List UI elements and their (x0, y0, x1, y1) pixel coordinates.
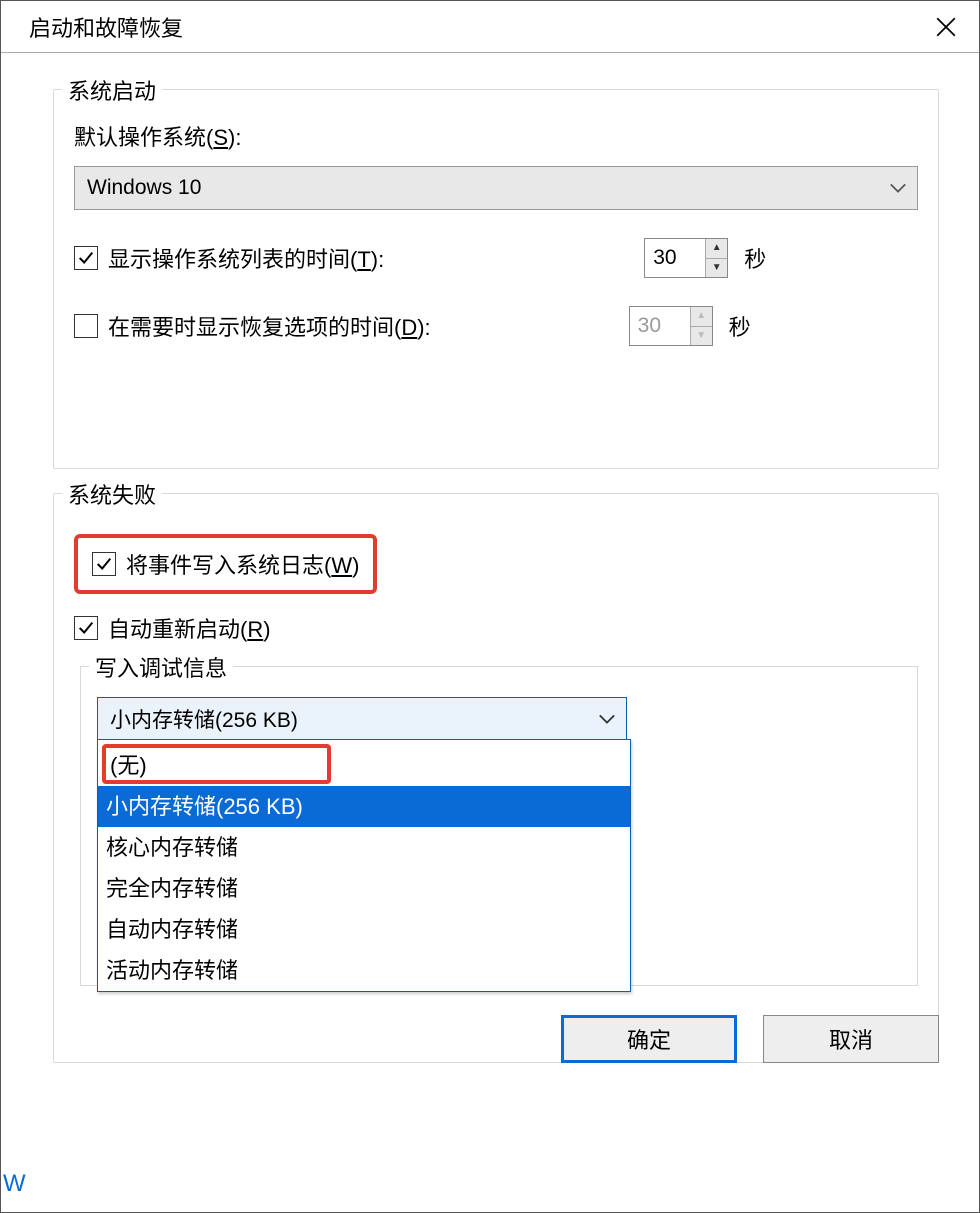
default-os-value: Windows 10 (87, 176, 201, 200)
show-os-list-value[interactable] (645, 239, 705, 277)
group-legend: 系统失败 (62, 478, 162, 510)
show-recovery-spinner: ▲ ▼ (629, 306, 713, 346)
auto-restart-checkbox[interactable] (74, 616, 98, 640)
show-recovery-value (630, 307, 690, 345)
spinner-up-icon[interactable]: ▲ (706, 239, 727, 259)
dialog-content: 系统启动 默认操作系统(S): Windows 10 显示操作系统列表的时间(T… (1, 53, 979, 1063)
dialog-title: 启动和故障恢复 (29, 11, 183, 43)
check-icon (95, 555, 113, 573)
chevron-down-icon (598, 713, 616, 725)
dump-type-combo[interactable]: 小内存转储(256 KB) (97, 697, 627, 741)
spinner-down-icon[interactable]: ▼ (706, 259, 727, 278)
write-log-highlight: 将事件写入系统日志(W) (74, 534, 377, 594)
show-os-list-checkbox[interactable] (74, 246, 98, 270)
show-recovery-checkbox[interactable] (74, 314, 98, 338)
dump-option-active[interactable]: 活动内存转储 (98, 950, 630, 991)
ok-button[interactable]: 确定 (561, 1015, 737, 1063)
system-startup-group: 系统启动 默认操作系统(S): Windows 10 显示操作系统列表的时间(T… (53, 89, 939, 469)
write-log-label: 将事件写入系统日志(W) (126, 548, 359, 580)
default-os-select[interactable]: Windows 10 (74, 166, 918, 210)
group-legend: 写入调试信息 (89, 651, 233, 683)
show-os-list-spinner[interactable]: ▲ ▼ (644, 238, 728, 278)
system-failure-group: 系统失败 将事件写入系统日志(W) 自动重新启动(R) 写入调试信息 (53, 493, 939, 1063)
show-os-list-label: 显示操作系统列表的时间(T): (108, 242, 384, 274)
check-icon (77, 619, 95, 637)
chevron-down-icon (889, 182, 907, 194)
dump-type-value: 小内存转储(256 KB) (110, 704, 298, 734)
auto-restart-row: 自动重新启动(R) (74, 612, 918, 644)
auto-restart-label: 自动重新启动(R) (108, 612, 271, 644)
dialog-button-row: 确定 取消 (561, 1015, 939, 1063)
decor-w: W (3, 1170, 26, 1198)
close-icon (935, 16, 957, 38)
close-button[interactable] (917, 3, 975, 51)
seconds-unit: 秒 (744, 242, 766, 274)
dump-option-small[interactable]: 小内存转储(256 KB) (98, 786, 630, 827)
check-icon (77, 249, 95, 267)
show-recovery-row: 在需要时显示恢复选项的时间(D): ▲ ▼ 秒 (74, 306, 918, 346)
spinner-down-icon: ▼ (691, 327, 712, 346)
dump-option-auto[interactable]: 自动内存转储 (98, 909, 630, 950)
startup-recovery-dialog: 启动和故障恢复 系统启动 默认操作系统(S): Windows 10 显示操作系… (0, 0, 980, 1213)
titlebar: 启动和故障恢复 (1, 1, 979, 53)
dump-option-kernel[interactable]: 核心内存转储 (98, 827, 630, 868)
default-os-label: 默认操作系统(S): (74, 120, 918, 152)
seconds-unit: 秒 (729, 310, 751, 342)
write-log-checkbox[interactable] (92, 552, 116, 576)
dump-option-complete[interactable]: 完全内存转储 (98, 868, 630, 909)
dump-option-none[interactable]: (无) (102, 744, 331, 784)
show-os-list-row: 显示操作系统列表的时间(T): ▲ ▼ 秒 (74, 238, 918, 278)
debug-info-group: 写入调试信息 小内存转储(256 KB) (无) 小内存转储(256 KB) 核… (80, 666, 918, 986)
show-recovery-label: 在需要时显示恢复选项的时间(D): (108, 310, 431, 342)
dump-type-dropdown: (无) 小内存转储(256 KB) 核心内存转储 完全内存转储 自动内存转储 活… (97, 739, 631, 992)
spinner-up-icon: ▲ (691, 307, 712, 327)
group-legend: 系统启动 (62, 74, 162, 106)
cancel-button[interactable]: 取消 (763, 1015, 939, 1063)
